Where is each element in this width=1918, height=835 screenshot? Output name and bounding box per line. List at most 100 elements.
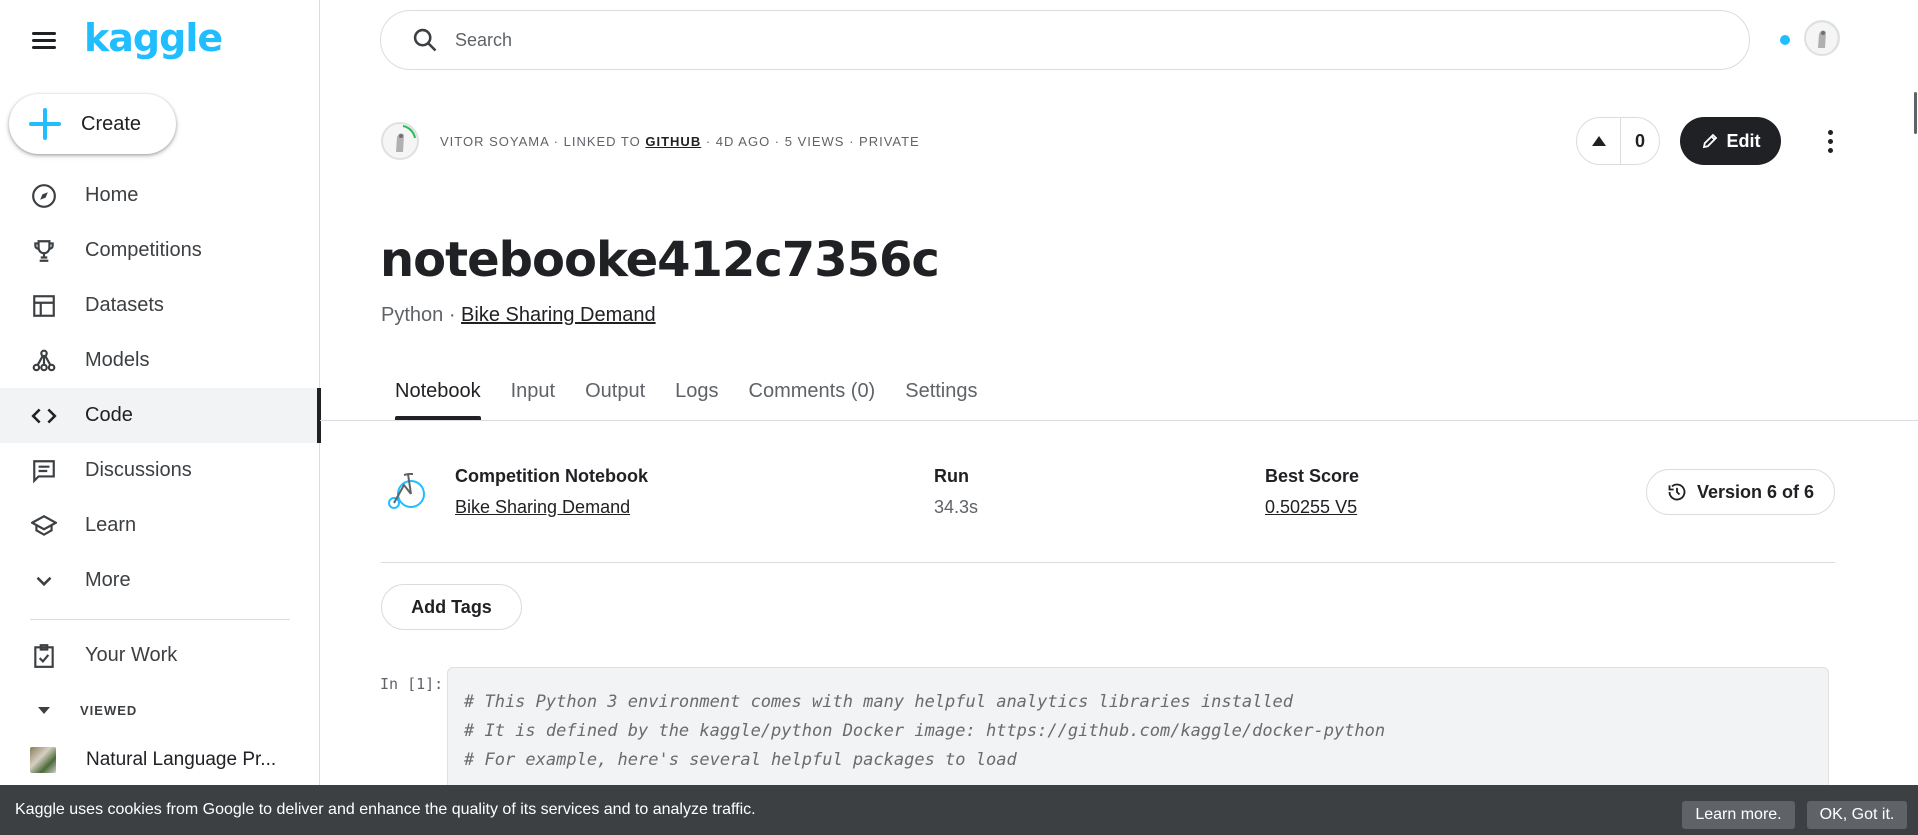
info-divider: [381, 562, 1835, 563]
notebook-tabs: Notebook Input Output Logs Comments (0) …: [381, 372, 994, 420]
tab-output[interactable]: Output: [571, 372, 659, 420]
sidebar-nav: Home Competitions Datasets Models Code D…: [0, 168, 321, 608]
edit-button[interactable]: Edit: [1680, 117, 1781, 165]
tab-input[interactable]: Input: [497, 372, 569, 420]
code-icon: [30, 402, 58, 430]
search-icon: [411, 26, 439, 54]
sidebar-item-models[interactable]: Models: [0, 333, 320, 388]
learn-more-button[interactable]: Learn more.: [1682, 801, 1795, 829]
sidebar-item-label: Home: [85, 184, 139, 206]
language-label: Python: [381, 304, 444, 326]
cookie-text: Kaggle uses cookies from Google to deliv…: [15, 801, 756, 818]
sidebar-item-learn[interactable]: Learn: [0, 498, 320, 553]
author-meta: VITOR SOYAMA · LINKED TO GITHUB · 4D AGO…: [440, 134, 920, 149]
sidebar-item-label: Learn: [85, 514, 137, 536]
page-title: notebooke412c7356c: [380, 232, 940, 288]
upvote-button[interactable]: [1577, 118, 1621, 164]
comments-icon: [30, 457, 58, 485]
create-button[interactable]: Create: [9, 94, 176, 154]
viewed-label: VIEWED: [80, 702, 138, 718]
viewed-section-toggle[interactable]: VIEWED: [0, 696, 320, 724]
run-value: 34.3s: [934, 497, 979, 517]
models-icon: [30, 347, 58, 375]
best-score: Best Score 0.50255 V5: [1265, 466, 1359, 518]
cookie-banner: Kaggle uses cookies from Google to deliv…: [0, 785, 1918, 835]
kaggle-logo[interactable]: kaggle: [84, 16, 223, 60]
notebook-subtitle: Python · Bike Sharing Demand: [381, 304, 656, 327]
cell-prompt: In [1]:: [380, 675, 444, 693]
chevron-down-icon: [30, 567, 58, 595]
compass-icon: [30, 182, 58, 210]
notification-dot: [1780, 35, 1790, 45]
best-score-title: Best Score: [1265, 466, 1360, 486]
sidebar-item-home[interactable]: Home: [0, 168, 320, 223]
tab-comments[interactable]: Comments (0): [735, 372, 890, 420]
tab-logs[interactable]: Logs: [661, 372, 732, 420]
table-icon: [30, 292, 58, 320]
sidebar-item-discussions[interactable]: Discussions: [0, 443, 320, 498]
sidebar-header: kaggle: [0, 0, 320, 80]
scrollbar-thumb[interactable]: [1914, 92, 1917, 134]
code-line: # This Python 3 environment comes with m…: [464, 692, 1294, 712]
menu-icon[interactable]: [30, 28, 58, 52]
recent-thumbnail: [30, 747, 56, 773]
school-icon: [30, 512, 58, 540]
sidebar-divider: [30, 619, 290, 620]
run-title: Run: [934, 466, 969, 486]
bicycle-icon: [386, 466, 430, 510]
tabs-divider: [320, 420, 1918, 421]
search-input[interactable]: [455, 29, 1655, 51]
sidebar-item-code[interactable]: Code: [0, 388, 321, 443]
sidebar-item-your-work[interactable]: Your Work: [0, 628, 320, 683]
sidebar-item-label: Models: [85, 349, 150, 371]
edit-label: Edit: [1726, 130, 1761, 151]
caret-down-icon: [38, 706, 50, 714]
version-button[interactable]: Version 6 of 6: [1646, 469, 1835, 515]
author-name[interactable]: VITOR SOYAMA: [440, 134, 549, 149]
run-info: Run 34.3s: [934, 466, 978, 518]
trophy-icon: [30, 237, 58, 265]
linked-prefix: · LINKED TO: [549, 134, 646, 149]
notebook-type: Competition Notebook Bike Sharing Demand: [455, 466, 648, 518]
sidebar-item-label: Your Work: [85, 644, 178, 666]
more-options-icon[interactable]: [1820, 125, 1840, 157]
sidebar-item-label: Competitions: [85, 239, 202, 261]
recent-item[interactable]: Natural Language Pr...: [0, 740, 320, 780]
best-score-link[interactable]: 0.50255 V5: [1265, 497, 1359, 518]
plus-icon: [25, 104, 65, 144]
avatar-image-icon: [396, 125, 416, 152]
meta-rest: · 4D AGO · 5 VIEWS · PRIVATE: [701, 134, 920, 149]
sidebar-item-label: Code: [85, 404, 133, 426]
user-avatar[interactable]: [1804, 20, 1840, 56]
sidebar-item-more[interactable]: More: [0, 553, 320, 608]
sidebar-item-label: Datasets: [85, 294, 164, 316]
add-tags-button[interactable]: Add Tags: [381, 584, 522, 630]
sidebar: kaggle Create Home Competitions Datasets: [0, 0, 321, 835]
pencil-icon: [1702, 133, 1717, 149]
competition-link[interactable]: Bike Sharing Demand: [455, 497, 648, 518]
search-bar[interactable]: [380, 10, 1750, 70]
history-icon: [1668, 483, 1686, 501]
recent-item-label: Natural Language Pr...: [86, 749, 277, 770]
sidebar-item-competitions[interactable]: Competitions: [0, 223, 320, 278]
sidebar-item-label: Discussions: [85, 459, 192, 481]
vote-count[interactable]: 0: [1621, 131, 1659, 152]
code-line: # For example, here's several helpful pa…: [464, 750, 1017, 770]
create-label: Create: [81, 112, 142, 135]
version-label: Version 6 of 6: [1696, 481, 1815, 502]
avatar-progress-ring: [1806, 22, 1838, 54]
notebook-type-title: Competition Notebook: [455, 466, 648, 486]
ok-got-it-button[interactable]: OK, Got it.: [1807, 801, 1907, 829]
vote-control: 0: [1576, 117, 1660, 165]
subtitle-separator: ·: [443, 304, 462, 326]
code-line: # It is defined by the kaggle/python Doc…: [464, 721, 1386, 741]
sidebar-item-label: More: [85, 569, 131, 591]
author-avatar[interactable]: [381, 122, 419, 160]
clipboard-icon: [30, 642, 58, 670]
tab-settings[interactable]: Settings: [891, 372, 991, 420]
sidebar-item-datasets[interactable]: Datasets: [0, 278, 320, 333]
github-link[interactable]: GITHUB: [645, 134, 701, 149]
tab-notebook[interactable]: Notebook: [381, 372, 495, 420]
competition-link[interactable]: Bike Sharing Demand: [461, 304, 656, 326]
arrow-up-icon: [1591, 136, 1606, 146]
